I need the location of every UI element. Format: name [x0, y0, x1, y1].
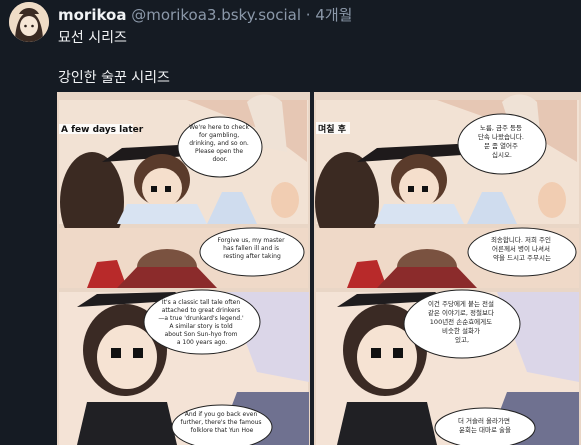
caption-right: 며칠 후 — [318, 123, 347, 135]
panel-2-left: Forgive us, my master has fallen ill and… — [59, 227, 308, 288]
comic-canvas: A few days later We're here to check for… — [57, 92, 581, 445]
bubble2-left: Forgive us, my master has fallen ill and… — [217, 237, 286, 260]
meta-separator: · — [305, 6, 311, 24]
post-author-line: morikoa @morikoa3.bsky.social · 4개월 — [58, 4, 352, 25]
avatar-drawing — [9, 2, 49, 42]
author-name[interactable]: morikoa — [58, 6, 126, 24]
author-handle[interactable]: @morikoa3.bsky.social — [131, 6, 301, 24]
comic-image[interactable]: A few days later We're here to check for… — [57, 92, 581, 445]
caption-left: A few days later — [61, 125, 144, 135]
bubble4-left: And if you go back even further, there's… — [181, 411, 264, 434]
post-timestamp[interactable]: 4개월 — [315, 6, 352, 24]
bubble2-right: 죄송합니다. 저희 주인 어른께서 병이 나셔서 약을 드시고 주무시는 — [491, 235, 553, 262]
comic-english: A few days later We're here to check for… — [57, 92, 310, 445]
panel-3-right: 이건 주당에게 붙는 전설 같은 이야기로, 정철보다 100년전 손순효에게도… — [316, 289, 579, 445]
panel-3-left: It's a classic tall tale often attached … — [59, 289, 309, 445]
post-text-line-1: 묘선 시리즈 — [58, 30, 127, 46]
post-text-line-2: 강인한 술꾼 시리즈 — [58, 70, 170, 86]
author-avatar[interactable] — [9, 2, 49, 42]
comic-korean: 며칠 후 노름, 금주 등등 단속 나왔습니다. 문 좀 열어주 십시오. 죄송… — [314, 92, 581, 445]
panel-2-right: 죄송합니다. 저희 주인 어른께서 병이 나셔서 약을 드시고 주무시는 — [316, 227, 579, 288]
